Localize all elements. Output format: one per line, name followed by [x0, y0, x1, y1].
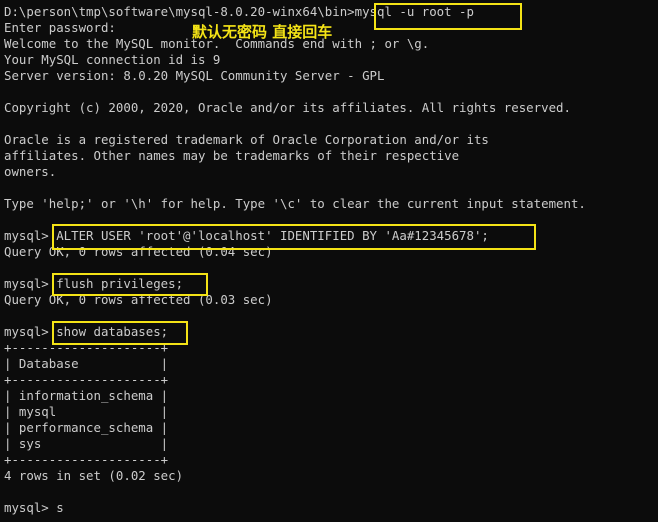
table-border: +--------------------+: [4, 340, 169, 355]
command-prompt-input[interactable]: mysql> s: [4, 500, 64, 516]
table-border: +--------------------+: [4, 452, 169, 467]
table-border: +--------------------+: [4, 372, 169, 387]
table-header: | Database |: [4, 356, 169, 371]
command-line-show-databases: mysql> show databases;: [4, 324, 169, 339]
output-line: Your MySQL connection id is 9: [4, 52, 221, 67]
output-line: Query OK, 0 rows affected (0.04 sec): [4, 244, 273, 259]
output-line: Oracle is a registered trademark of Orac…: [4, 132, 489, 147]
terminal-window[interactable]: D:\person\tmp\software\mysql-8.0.20-winx…: [0, 0, 658, 522]
output-line: owners.: [4, 164, 57, 179]
command-line-mysql-login: D:\person\tmp\software\mysql-8.0.20-winx…: [4, 4, 474, 19]
output-line: 4 rows in set (0.02 sec): [4, 468, 184, 483]
table-row: | mysql |: [4, 404, 169, 419]
table-row: | performance_schema |: [4, 420, 169, 435]
output-line: Copyright (c) 2000, 2020, Oracle and/or …: [4, 100, 571, 115]
table-row: | sys |: [4, 436, 169, 451]
command-line-flush-privileges: mysql> flush privileges;: [4, 276, 184, 291]
table-row: | information_schema |: [4, 388, 169, 403]
command-line-alter-user: mysql> ALTER USER 'root'@'localhost' IDE…: [4, 228, 489, 243]
output-line: Query OK, 0 rows affected (0.03 sec): [4, 292, 273, 307]
output-line: Type 'help;' or '\h' for help. Type '\c'…: [4, 196, 586, 211]
annotation-text: 默认无密码 直接回车: [192, 23, 333, 41]
output-line: Enter password:: [4, 20, 116, 35]
output-line: affiliates. Other names may be trademark…: [4, 148, 460, 163]
output-line: Server version: 8.0.20 MySQL Community S…: [4, 68, 385, 83]
